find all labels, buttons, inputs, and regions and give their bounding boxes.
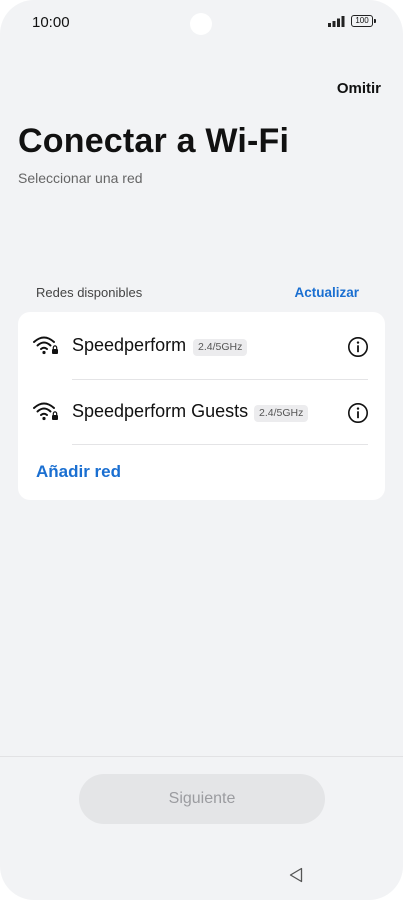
setup-screen: 10:00 100 Omitir Conectar a Wi-Fi Selecc… — [0, 0, 403, 900]
info-icon[interactable] — [347, 402, 369, 424]
wifi-locked-icon — [33, 336, 58, 355]
refresh-button[interactable]: Actualizar — [294, 285, 359, 300]
battery-icon: 100 — [351, 15, 376, 27]
footer-divider — [0, 756, 403, 757]
skip-button[interactable]: Omitir — [337, 80, 381, 97]
wifi-locked-icon — [33, 402, 58, 421]
status-time: 10:00 — [32, 14, 70, 31]
network-item-speedperform-guests[interactable]: Speedperform Guests 2.4/5GHz — [18, 378, 385, 444]
page-title: Conectar a Wi-Fi — [18, 122, 290, 160]
divider — [72, 444, 368, 445]
network-name: Speedperform Guests — [72, 401, 249, 421]
info-icon[interactable] — [347, 336, 369, 358]
signal-icon — [328, 16, 345, 27]
add-network-button[interactable]: Añadir red — [36, 462, 121, 482]
network-item-speedperform[interactable]: Speedperform 2.4/5GHz — [18, 312, 385, 378]
status-bar: 10:00 100 — [0, 0, 403, 44]
front-camera — [190, 13, 212, 35]
network-name: Speedperform — [72, 335, 187, 355]
network-band-badge: 2.4/5GHz — [254, 405, 309, 422]
network-band-badge: 2.4/5GHz — [193, 339, 248, 356]
networks-card: Speedperform 2.4/5GHz Speedperform Guest… — [18, 312, 385, 500]
page-subtitle: Seleccionar una red — [18, 170, 143, 186]
next-button[interactable]: Siguiente — [79, 774, 325, 824]
back-nav-icon[interactable] — [289, 867, 303, 883]
available-networks-label: Redes disponibles — [36, 285, 143, 300]
